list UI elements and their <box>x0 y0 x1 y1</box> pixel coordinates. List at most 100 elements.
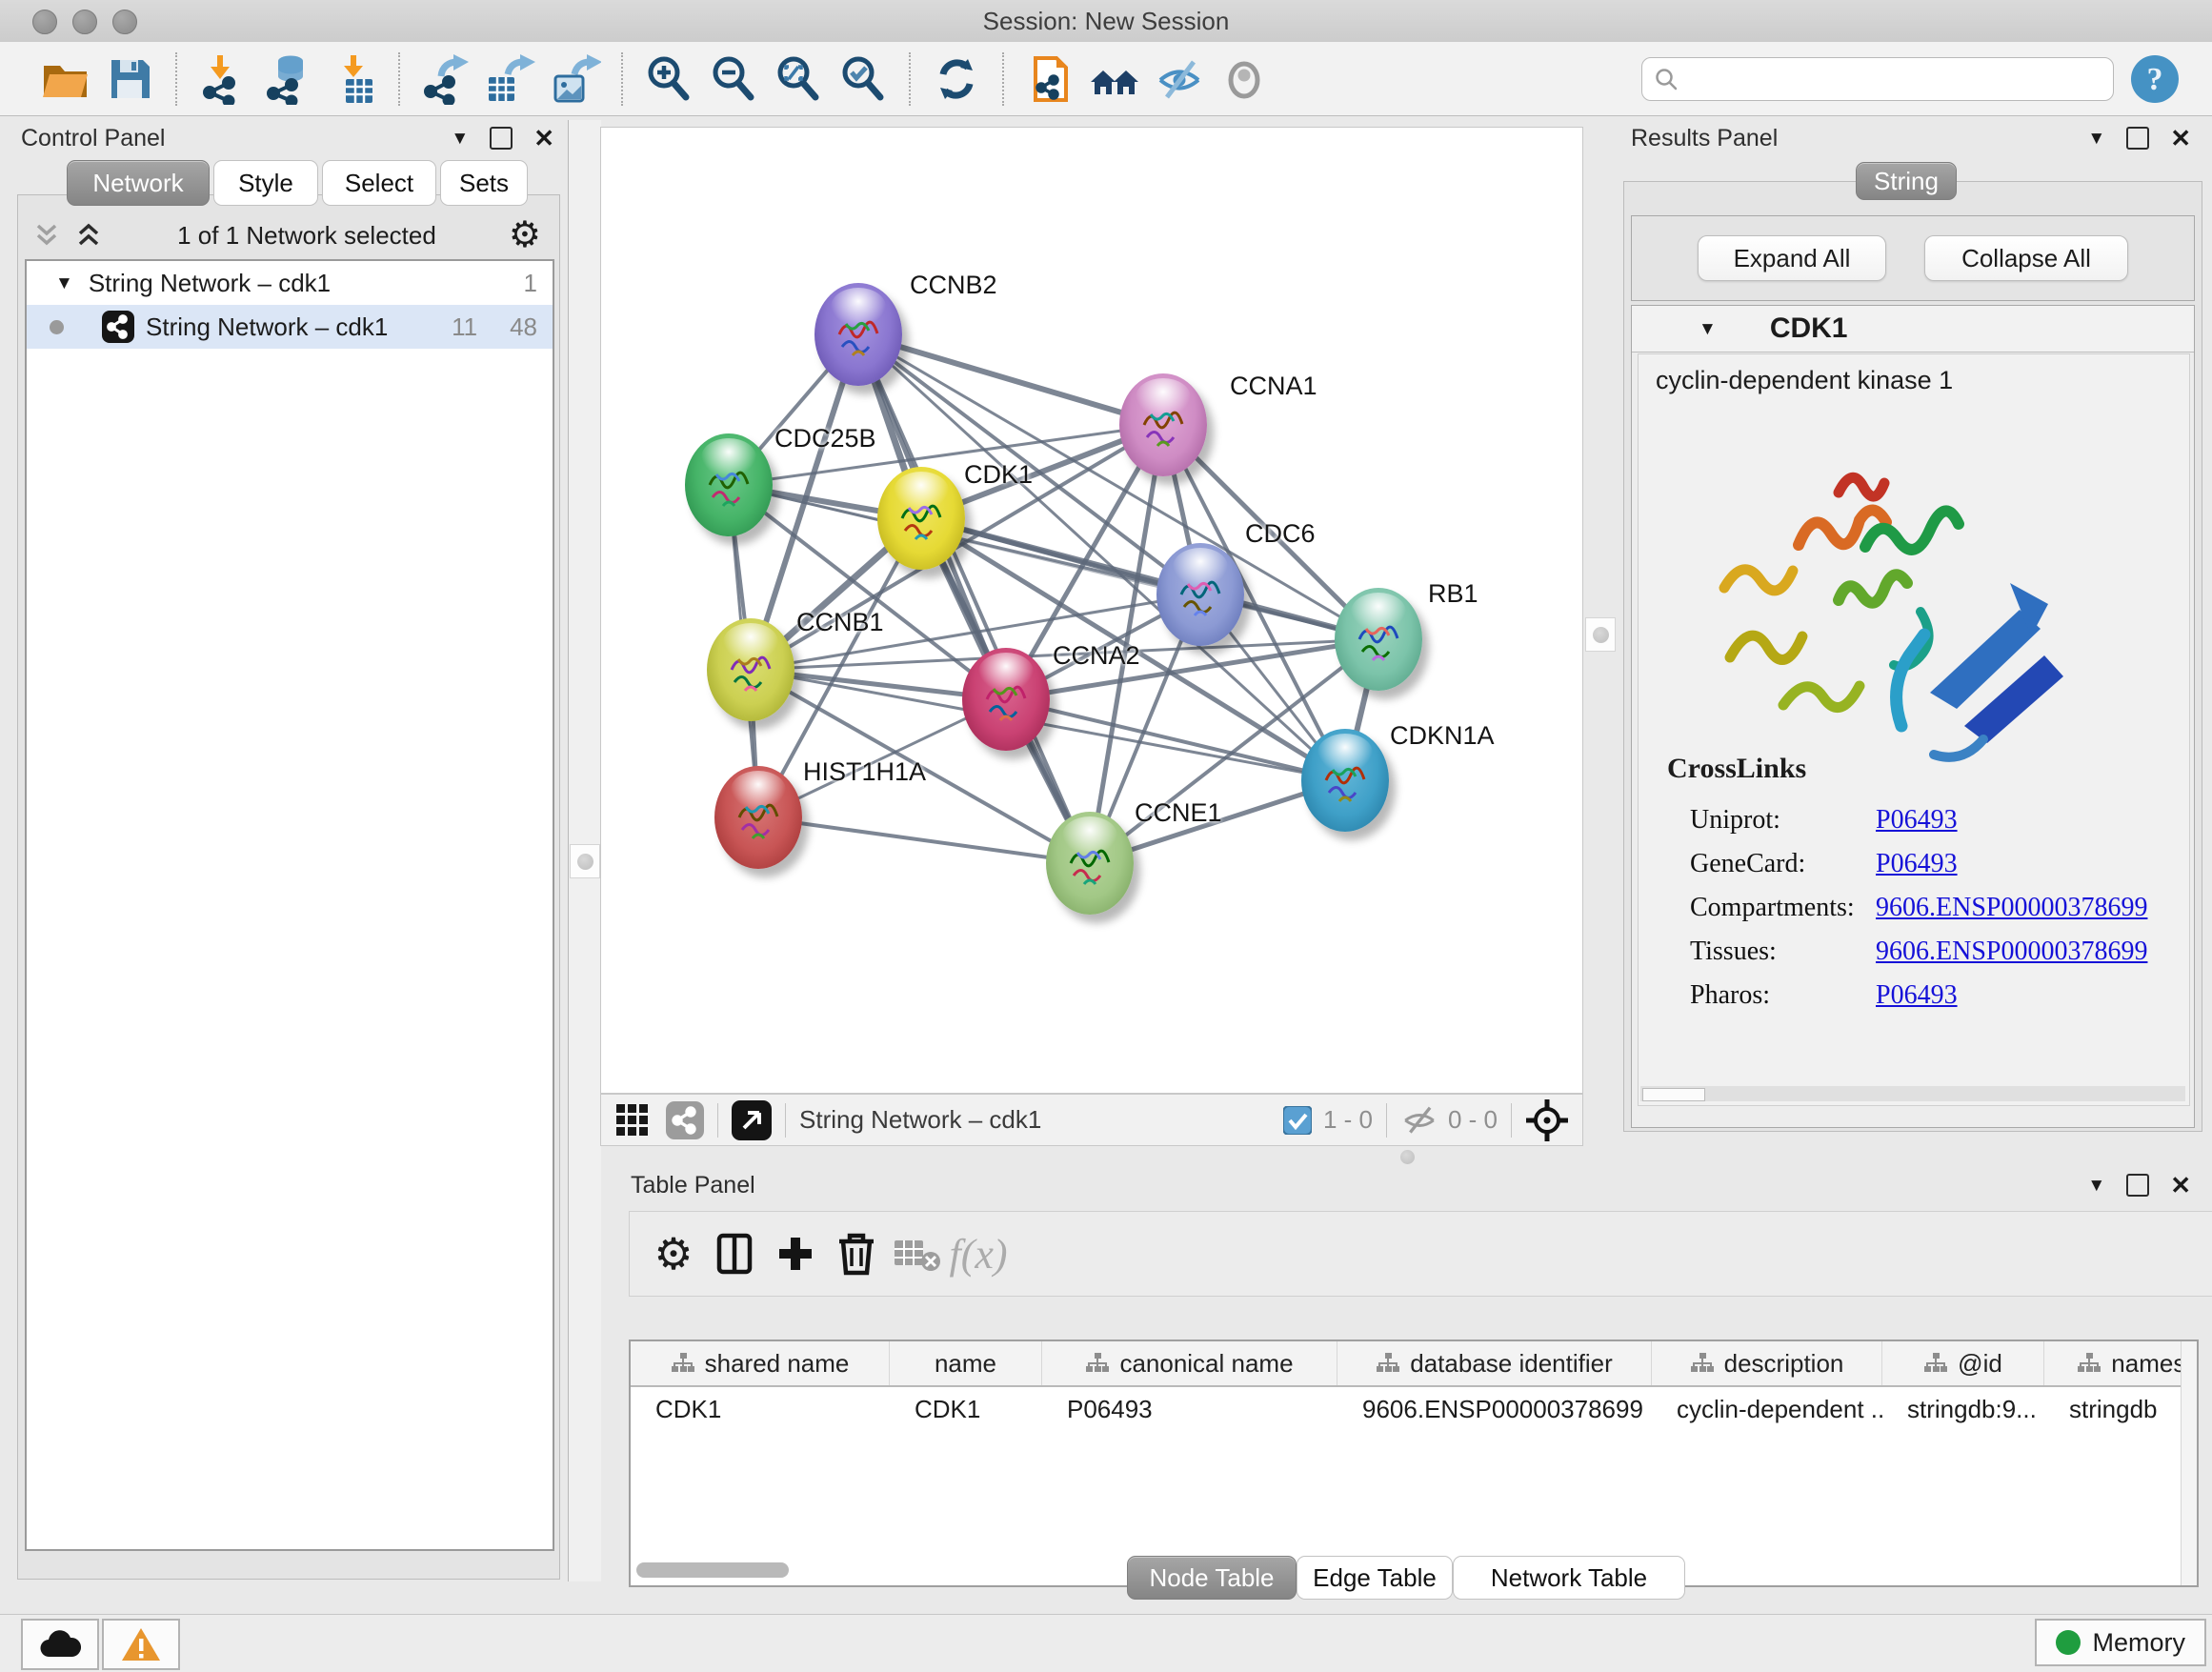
zoom-fit-button[interactable] <box>771 51 826 107</box>
houses-icon <box>1089 53 1140 105</box>
memory-button[interactable]: Memory <box>2035 1619 2206 1666</box>
bottom-splitter-handle[interactable] <box>1391 1148 1423 1165</box>
expand-all-button[interactable]: Expand All <box>1698 235 1886 281</box>
save-session-button[interactable] <box>102 51 157 107</box>
table-vscrollbar[interactable] <box>2181 1341 2197 1585</box>
table-cell[interactable]: stringdb:9... <box>1882 1387 2044 1431</box>
tab-sets[interactable]: Sets <box>440 160 528 206</box>
float-panel-icon[interactable]: ▼ <box>451 130 469 148</box>
zoom-out-button[interactable] <box>706 51 761 107</box>
collection-expander-icon[interactable]: ▼ <box>55 274 73 292</box>
zoom-selected-button[interactable] <box>835 51 891 107</box>
collapse-all-button[interactable]: Collapse All <box>1924 235 2128 281</box>
string-view-icon[interactable] <box>666 1101 704 1139</box>
close-panel-icon[interactable]: ✕ <box>2170 1173 2191 1198</box>
open-session-button[interactable] <box>37 51 92 107</box>
cloud-status-button[interactable] <box>21 1619 99 1670</box>
network-node-CDKN1A[interactable] <box>1301 729 1389 832</box>
table-cell[interactable]: CDK1 <box>890 1387 1042 1431</box>
export-network-button[interactable] <box>418 51 473 107</box>
maximize-panel-icon[interactable] <box>490 127 513 150</box>
close-panel-icon[interactable]: ✕ <box>533 126 554 151</box>
network-node-CCNE1[interactable] <box>1046 812 1134 915</box>
network-node-CDC25B[interactable] <box>685 433 773 536</box>
grid-view-icon[interactable] <box>614 1102 651 1138</box>
import-string-network-button[interactable] <box>1022 51 1077 107</box>
tab-network-table[interactable]: Network Table <box>1453 1556 1685 1600</box>
export-table-button[interactable] <box>483 51 538 107</box>
float-panel-icon[interactable]: ▼ <box>2087 130 2105 148</box>
network-node-CCNB2[interactable] <box>814 283 902 386</box>
right-splitter-handle[interactable] <box>1585 617 1616 652</box>
apply-layout-button[interactable] <box>929 51 984 107</box>
network-canvas[interactable]: CCNB2 CCNA1 CDC25B CDK1 CDC6 RB1 CCNB1 C… <box>600 127 1583 1094</box>
tab-style[interactable]: Style <box>213 160 318 206</box>
import-table-button[interactable] <box>325 51 380 107</box>
collapse-all-icon[interactable] <box>34 223 63 248</box>
expand-all-icon[interactable] <box>76 223 105 248</box>
column-header-canonical-name[interactable]: canonical name <box>1042 1341 1337 1385</box>
column-header-namespace[interactable]: namespace <box>2044 1341 2199 1385</box>
search-input[interactable] <box>1679 65 2101 93</box>
column-header-name[interactable]: name <box>890 1341 1042 1385</box>
crosslink-link[interactable]: P06493 <box>1876 980 1958 1011</box>
toolbar-search[interactable] <box>1641 57 2114 101</box>
float-panel-icon[interactable]: ▼ <box>2087 1177 2105 1195</box>
table-hscrollbar[interactable] <box>636 1562 789 1578</box>
warnings-button[interactable] <box>102 1619 180 1670</box>
network-node-CCNA2[interactable] <box>962 648 1050 751</box>
tab-edge-table[interactable]: Edge Table <box>1297 1556 1453 1600</box>
maximize-panel-icon[interactable] <box>2126 127 2149 150</box>
home-button[interactable] <box>1087 51 1142 107</box>
import-network-database-button[interactable] <box>260 51 315 107</box>
open-in-new-window-icon[interactable] <box>732 1100 772 1140</box>
maximize-panel-icon[interactable] <box>2126 1174 2149 1197</box>
function-builder-button[interactable]: f(x) <box>948 1223 1009 1284</box>
create-column-button[interactable] <box>765 1223 826 1284</box>
show-columns-button[interactable] <box>704 1223 765 1284</box>
crosslink-link[interactable]: P06493 <box>1876 805 1958 836</box>
show-glass-panel-button[interactable] <box>1217 51 1272 107</box>
tab-string[interactable]: String <box>1856 162 1957 200</box>
crosslink-link[interactable]: P06493 <box>1876 849 1958 879</box>
table-cell[interactable]: 9606.ENSP00000378699 <box>1337 1387 1652 1431</box>
network-options-gear-icon[interactable]: ⚙ <box>509 217 541 253</box>
network-node-CDC6[interactable] <box>1156 543 1244 646</box>
network-collection-row[interactable]: ▼ String Network – cdk1 1 <box>27 261 553 305</box>
fit-selected-crosshair-icon[interactable] <box>1525 1098 1569 1142</box>
network-node-CDK1[interactable] <box>877 467 965 570</box>
hide-glass-panel-button[interactable] <box>1152 51 1207 107</box>
network-edges[interactable] <box>601 128 1582 1093</box>
table-cell[interactable]: cyclin-dependent ... <box>1652 1387 1882 1431</box>
delete-column-button[interactable] <box>826 1223 887 1284</box>
column-header-@id[interactable]: @id <box>1882 1341 2044 1385</box>
tab-node-table[interactable]: Node Table <box>1127 1556 1297 1600</box>
table-settings-button[interactable]: ⚙ <box>643 1223 704 1284</box>
network-node-CCNA1[interactable] <box>1119 373 1207 476</box>
crosslink-link[interactable]: 9606.ENSP00000378699 <box>1876 893 2147 923</box>
column-header-database-identifier[interactable]: database identifier <box>1337 1341 1652 1385</box>
column-header-description[interactable]: description <box>1652 1341 1882 1385</box>
table-cell[interactable]: stringdb <box>2044 1387 2199 1431</box>
export-image-button[interactable] <box>548 51 603 107</box>
selected-checkbox-icon[interactable] <box>1283 1106 1312 1135</box>
tab-select[interactable]: Select <box>322 160 436 206</box>
table-row[interactable]: CDK1CDK1P064939606.ENSP00000378699cyclin… <box>631 1387 2197 1431</box>
left-splitter-handle[interactable] <box>570 844 600 878</box>
zoom-in-button[interactable] <box>641 51 696 107</box>
protein-expander-icon[interactable]: ▼ <box>1699 320 1717 338</box>
column-header-shared-name[interactable]: shared name <box>631 1341 890 1385</box>
tab-network[interactable]: Network <box>67 160 210 206</box>
table-cell[interactable]: P06493 <box>1042 1387 1337 1431</box>
crosslink-link[interactable]: 9606.ENSP00000378699 <box>1876 937 2147 967</box>
results-hscrollbar[interactable] <box>1640 1086 2185 1101</box>
network-node-CCNB1[interactable] <box>707 618 794 721</box>
table-cell[interactable]: CDK1 <box>631 1387 890 1431</box>
help-button[interactable]: ? <box>2127 51 2182 107</box>
network-row[interactable]: String Network – cdk1 11 48 <box>27 305 553 349</box>
network-node-HIST1H1A[interactable] <box>714 766 802 869</box>
close-panel-icon[interactable]: ✕ <box>2170 126 2191 151</box>
network-node-RB1[interactable] <box>1335 588 1422 691</box>
import-network-file-button[interactable] <box>195 51 251 107</box>
delete-table-button[interactable] <box>887 1223 948 1284</box>
